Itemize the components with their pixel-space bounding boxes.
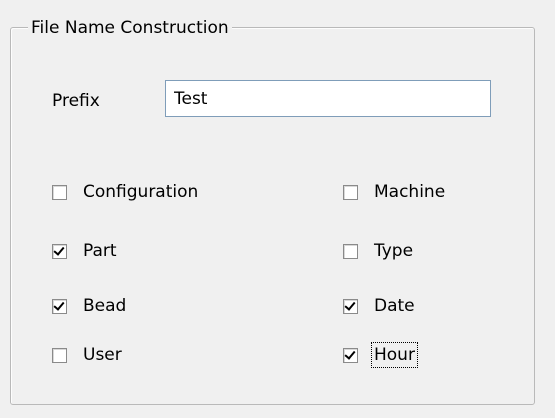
part-checkbox-label[interactable]: Part xyxy=(82,240,118,262)
part-checkbox[interactable]: Part xyxy=(52,240,118,262)
group-title: File Name Construction xyxy=(28,17,232,39)
user-checkbox-label[interactable]: User xyxy=(82,344,123,366)
machine-checkbox-label[interactable]: Machine xyxy=(373,181,446,203)
bead-checkbox[interactable]: Bead xyxy=(52,295,127,317)
date-checkbox-label[interactable]: Date xyxy=(373,295,416,317)
prefix-label: Prefix xyxy=(52,91,100,111)
configuration-checkbox-box[interactable] xyxy=(52,184,67,200)
hour-checkbox-label[interactable]: Hour xyxy=(371,342,418,368)
part-checkbox-box[interactable] xyxy=(52,243,67,259)
bead-checkbox-box[interactable] xyxy=(52,298,67,314)
date-checkbox[interactable]: Date xyxy=(343,295,416,317)
type-checkbox-box[interactable] xyxy=(343,243,358,259)
user-checkbox-box[interactable] xyxy=(52,347,67,363)
date-checkbox-box[interactable] xyxy=(343,298,358,314)
type-checkbox[interactable]: Type xyxy=(343,240,414,262)
hour-checkbox-box[interactable] xyxy=(343,347,358,363)
machine-checkbox[interactable]: Machine xyxy=(343,181,446,203)
configuration-checkbox[interactable]: Configuration xyxy=(52,181,199,203)
prefix-input[interactable] xyxy=(165,80,491,117)
hour-checkbox[interactable]: Hour xyxy=(343,342,418,368)
type-checkbox-label[interactable]: Type xyxy=(373,240,414,262)
bead-checkbox-label[interactable]: Bead xyxy=(82,295,127,317)
machine-checkbox-box[interactable] xyxy=(343,184,358,200)
configuration-checkbox-label[interactable]: Configuration xyxy=(82,181,199,203)
user-checkbox[interactable]: User xyxy=(52,344,123,366)
